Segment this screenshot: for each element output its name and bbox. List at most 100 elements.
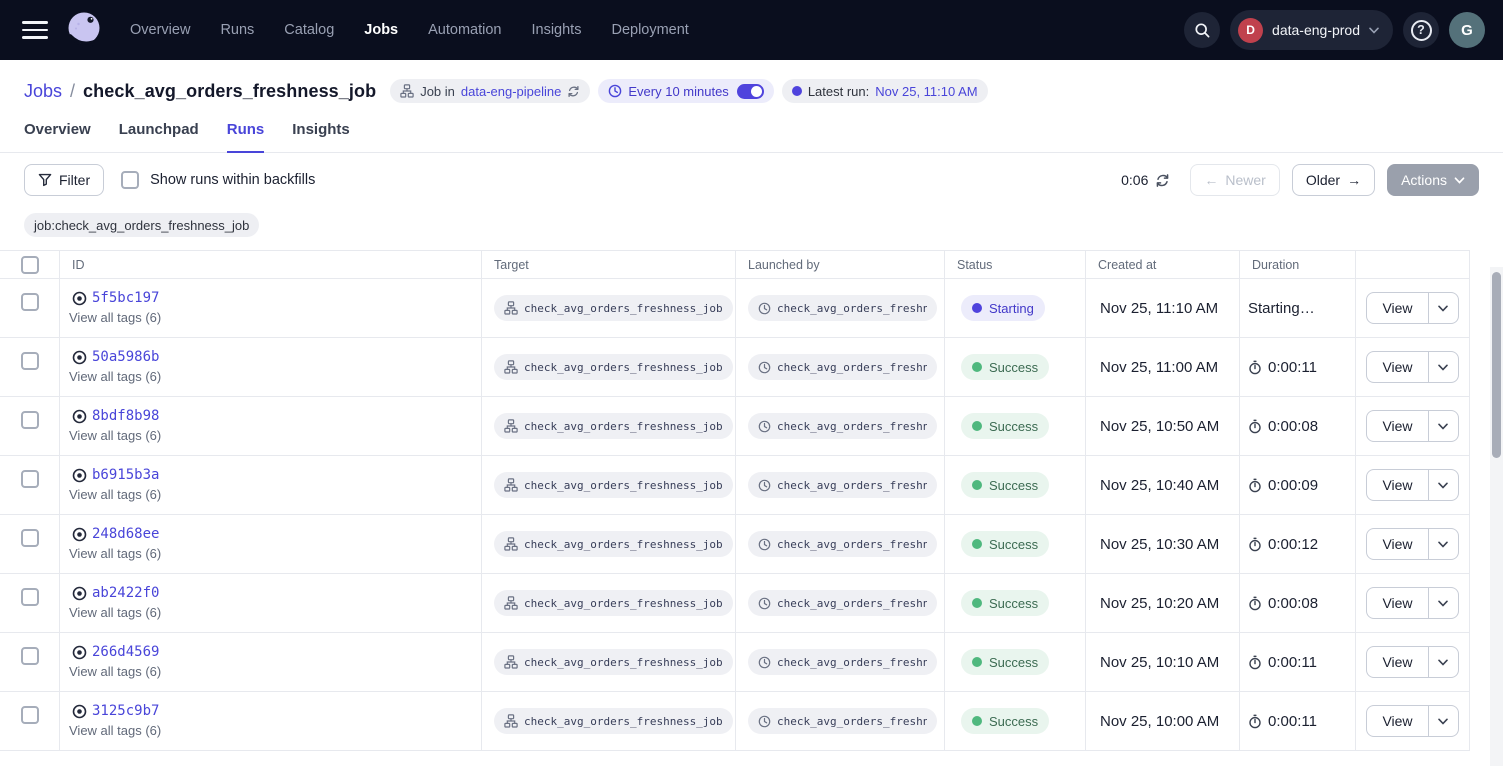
run-id-link[interactable]: 266d4569 (92, 644, 159, 660)
run-status-icon (72, 586, 87, 601)
nav-item[interactable]: Overview (130, 22, 190, 38)
vertical-scrollbar-thumb[interactable] (1492, 272, 1501, 458)
run-id-link[interactable]: 5f5bc197 (92, 290, 159, 306)
row-checkbox[interactable] (21, 411, 39, 429)
breadcrumb-jobs-link[interactable]: Jobs (24, 81, 62, 102)
backfills-checkbox[interactable] (121, 171, 139, 189)
actions-button[interactable]: Actions (1387, 164, 1479, 196)
run-id-link[interactable]: 248d68ee (92, 526, 159, 542)
view-all-tags-link[interactable]: View all tags (6) (69, 723, 481, 738)
user-avatar[interactable]: G (1449, 12, 1485, 48)
run-id-link[interactable]: ab2422f0 (92, 585, 159, 601)
run-actions-dropdown[interactable] (1429, 646, 1459, 678)
target-pill[interactable]: check_avg_orders_freshness_job (494, 472, 733, 498)
hamburger-menu-icon[interactable] (22, 21, 48, 39)
vertical-scrollbar-track (1490, 267, 1503, 766)
latest-run-link[interactable]: Nov 25, 11:10 AM (875, 84, 977, 99)
launched-by-pill[interactable]: check_avg_orders_freshn… (748, 708, 937, 734)
view-run-button[interactable]: View (1366, 469, 1428, 501)
launched-by-pill[interactable]: check_avg_orders_freshn… (748, 649, 937, 675)
run-actions-dropdown[interactable] (1429, 587, 1459, 619)
table-row: 50a5986b View all tags (6) check_avg_ord… (0, 338, 1470, 397)
filter-button[interactable]: Filter (24, 164, 104, 196)
run-id-link[interactable]: b6915b3a (92, 467, 159, 483)
deployment-initial-badge: D (1238, 18, 1263, 43)
view-run-button[interactable]: View (1366, 410, 1428, 442)
run-actions-dropdown[interactable] (1429, 469, 1459, 501)
run-id-link[interactable]: 3125c9b7 (92, 703, 159, 719)
nav-item[interactable]: Runs (220, 22, 254, 38)
target-name: check_avg_orders_freshness_job (524, 715, 723, 728)
run-actions-dropdown[interactable] (1429, 410, 1459, 442)
nav-item[interactable]: Insights (531, 22, 581, 38)
target-pill[interactable]: check_avg_orders_freshness_job (494, 354, 733, 380)
row-checkbox[interactable] (21, 588, 39, 606)
launched-by-name: check_avg_orders_freshn… (777, 302, 927, 315)
view-run-button[interactable]: View (1366, 351, 1428, 383)
view-run-button[interactable]: View (1366, 705, 1428, 737)
search-button[interactable] (1184, 12, 1220, 48)
launched-by-pill[interactable]: check_avg_orders_freshn… (748, 295, 937, 321)
launched-by-pill[interactable]: check_avg_orders_freshn… (748, 590, 937, 616)
launched-by-pill[interactable]: check_avg_orders_freshn… (748, 472, 937, 498)
view-run-button[interactable]: View (1366, 646, 1428, 678)
launched-by-pill[interactable]: check_avg_orders_freshn… (748, 354, 937, 380)
older-button[interactable]: Older → (1292, 164, 1375, 196)
tab[interactable]: Launchpad (119, 113, 199, 152)
view-all-tags-link[interactable]: View all tags (6) (69, 310, 481, 325)
select-all-checkbox[interactable] (21, 256, 39, 274)
run-actions-dropdown[interactable] (1429, 292, 1459, 324)
col-header-status: Status (945, 251, 1086, 278)
job-filter-chip[interactable]: job:check_avg_orders_freshness_job (24, 213, 259, 237)
row-checkbox[interactable] (21, 470, 39, 488)
code-location-link[interactable]: data-eng-pipeline (461, 84, 561, 99)
target-name: check_avg_orders_freshness_job (524, 361, 723, 374)
view-all-tags-link[interactable]: View all tags (6) (69, 546, 481, 561)
target-pill[interactable]: check_avg_orders_freshness_job (494, 295, 733, 321)
view-all-tags-link[interactable]: View all tags (6) (69, 664, 481, 679)
help-button[interactable]: ? (1403, 12, 1439, 48)
row-checkbox[interactable] (21, 706, 39, 724)
launched-by-pill[interactable]: check_avg_orders_freshn… (748, 531, 937, 557)
nav-item[interactable]: Deployment (611, 22, 688, 38)
newer-button[interactable]: ← Newer (1190, 164, 1279, 196)
run-id-link[interactable]: 8bdf8b98 (92, 408, 159, 424)
target-pill[interactable]: check_avg_orders_freshness_job (494, 708, 733, 734)
refresh-icon[interactable] (1155, 173, 1170, 188)
nav-item[interactable]: Automation (428, 22, 501, 38)
status-dot (972, 539, 982, 549)
view-run-button[interactable]: View (1366, 587, 1428, 619)
target-name: check_avg_orders_freshness_job (524, 479, 723, 492)
target-pill[interactable]: check_avg_orders_freshness_job (494, 649, 733, 675)
target-pill[interactable]: check_avg_orders_freshness_job (494, 590, 733, 616)
view-all-tags-link[interactable]: View all tags (6) (69, 605, 481, 620)
run-actions-dropdown[interactable] (1429, 528, 1459, 560)
run-actions-dropdown[interactable] (1429, 351, 1459, 383)
target-pill[interactable]: check_avg_orders_freshness_job (494, 413, 733, 439)
run-actions-dropdown[interactable] (1429, 705, 1459, 737)
nav-item[interactable]: Catalog (284, 22, 334, 38)
row-checkbox[interactable] (21, 529, 39, 547)
nav-item[interactable]: Jobs (364, 22, 398, 38)
status-badge: Success (961, 472, 1049, 498)
view-all-tags-link[interactable]: View all tags (6) (69, 369, 481, 384)
launched-by-pill[interactable]: check_avg_orders_freshn… (748, 413, 937, 439)
tab[interactable]: Runs (227, 113, 265, 153)
schedule-toggle[interactable] (737, 84, 764, 99)
dagster-logo[interactable] (64, 10, 104, 50)
view-all-tags-link[interactable]: View all tags (6) (69, 487, 481, 502)
deployment-switcher[interactable]: D data-eng-prod (1230, 10, 1393, 50)
row-checkbox[interactable] (21, 352, 39, 370)
view-all-tags-link[interactable]: View all tags (6) (69, 428, 481, 443)
tab[interactable]: Insights (292, 113, 350, 152)
duration-value: 0:00:12 (1268, 536, 1318, 553)
view-run-button[interactable]: View (1366, 528, 1428, 560)
target-pill[interactable]: check_avg_orders_freshness_job (494, 531, 733, 557)
row-checkbox[interactable] (21, 647, 39, 665)
row-checkbox[interactable] (21, 293, 39, 311)
run-id-link[interactable]: 50a5986b (92, 349, 159, 365)
tab[interactable]: Overview (24, 113, 91, 152)
view-run-button[interactable]: View (1366, 292, 1428, 324)
status-dot (972, 657, 982, 667)
reload-location-icon[interactable] (567, 85, 580, 98)
